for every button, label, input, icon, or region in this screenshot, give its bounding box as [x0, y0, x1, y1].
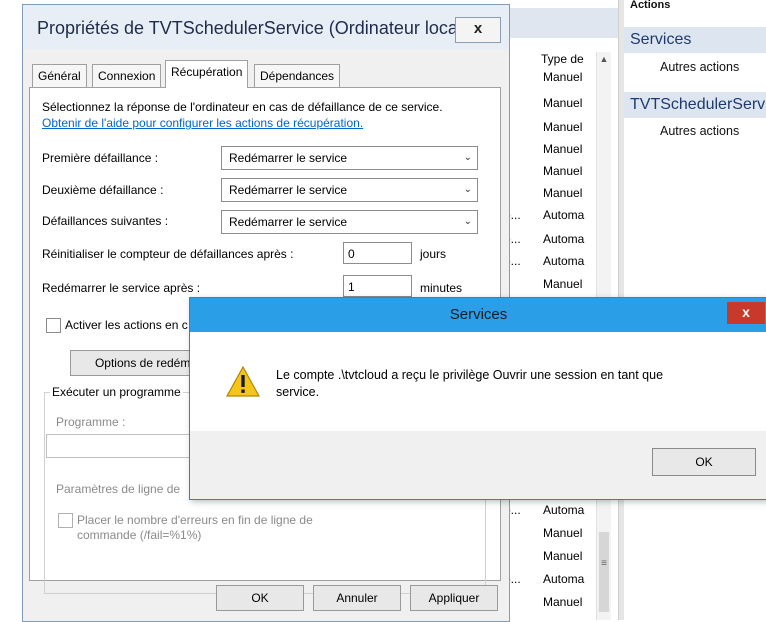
message-text-line: Le compte .\tvtcloud a reçu le privilège…	[276, 368, 664, 382]
restart-after-label: Redémarrer le service après :	[42, 281, 201, 295]
list-item[interactable]: Manuel	[543, 549, 582, 563]
list-item[interactable]: Automa	[543, 232, 584, 246]
reset-counter-unit: jours	[420, 247, 447, 261]
list-item[interactable]: Automa	[543, 208, 584, 222]
message-text: Le compte .\tvtcloud a reçu le privilège…	[276, 367, 746, 401]
cancel-button[interactable]: Annuler	[313, 585, 401, 611]
restart-after-input[interactable]: 1	[343, 275, 412, 297]
message-box-body: Le compte .\tvtcloud a reçu le privilège…	[190, 332, 766, 431]
list-item[interactable]: Manuel	[543, 526, 582, 540]
first-failure-select[interactable]: Redémarrer le service ⌄	[221, 146, 478, 170]
message-box-footer: OK	[190, 431, 766, 499]
program-label: Programme :	[56, 415, 126, 429]
second-failure-select[interactable]: Redémarrer le service ⌄	[221, 178, 478, 202]
intro-text: Sélectionnez la réponse de l'ordinateur …	[42, 100, 443, 114]
tab-general[interactable]: Général	[32, 64, 87, 87]
actions-section-tvtscheduler[interactable]: TVTSchedulerServ	[624, 92, 766, 118]
list-item[interactable]: Automa	[543, 254, 584, 268]
message-box-title-bar[interactable]: Services x	[190, 298, 766, 332]
subsequent-failures-select[interactable]: Redémarrer le service ⌄	[221, 210, 478, 234]
chevron-down-icon: ⌄	[463, 152, 472, 163]
cmdline-params-label: Paramètres de ligne de	[56, 482, 181, 496]
tab-connexion[interactable]: Connexion	[92, 64, 162, 87]
second-failure-value: Redémarrer le service	[229, 183, 348, 197]
warning-icon	[226, 366, 260, 397]
scroll-grip-icon: ≡	[601, 558, 607, 569]
restart-after-unit: minutes	[420, 281, 463, 295]
close-button[interactable]: x	[727, 302, 765, 324]
first-failure-label: Première défaillance :	[42, 151, 159, 165]
second-failure-label: Deuxième défaillance :	[42, 183, 164, 197]
type-column-header[interactable]: Type de	[541, 52, 584, 66]
subsequent-failures-value: Redémarrer le service	[229, 215, 348, 229]
dialog-title: Propriétés de TVTSchedulerService (Ordin…	[37, 18, 468, 38]
chevron-down-icon: ⌄	[463, 216, 472, 227]
reset-counter-input[interactable]: 0	[343, 242, 412, 264]
enable-actions-checkbox[interactable]	[46, 318, 61, 333]
message-text-line: service.	[276, 385, 320, 399]
enable-actions-label: Activer les actions en c	[65, 318, 188, 332]
actions-pane-header: Actions	[630, 0, 671, 11]
actions-section-services[interactable]: Services	[624, 27, 766, 53]
list-item[interactable]: Manuel	[543, 277, 582, 291]
ok-button[interactable]: OK	[652, 448, 756, 476]
help-link[interactable]: Obtenir de l'aide pour configurer les ac…	[42, 116, 363, 130]
ok-button[interactable]: OK	[216, 585, 304, 611]
run-program-group-label: Exécuter un programme	[50, 385, 183, 399]
reset-counter-label: Réinitialiser le compteur de défaillance…	[42, 247, 294, 261]
scroll-up-arrow-icon[interactable]: ▲	[597, 52, 611, 66]
subsequent-failures-label: Défaillances suivantes :	[42, 214, 169, 228]
apply-button[interactable]: Appliquer	[410, 585, 498, 611]
first-failure-value: Redémarrer le service	[229, 151, 348, 165]
list-item[interactable]: Manuel	[543, 595, 582, 609]
chevron-down-icon: ⌄	[463, 184, 472, 195]
list-item[interactable]: Automa	[543, 503, 584, 517]
list-header-strip	[505, 8, 618, 38]
list-item[interactable]: Manuel	[543, 70, 582, 84]
tab-recuperation[interactable]: Récupération	[165, 60, 249, 88]
close-button[interactable]: x	[455, 17, 501, 43]
actions-item-more-actions[interactable]: Autres actions	[660, 60, 739, 74]
append-fail-count-checkbox[interactable]	[58, 513, 73, 528]
list-item[interactable]: Manuel	[543, 186, 582, 200]
list-item[interactable]: Automa	[543, 572, 584, 586]
list-item[interactable]: Manuel	[543, 142, 582, 156]
message-box-title: Services	[449, 306, 508, 323]
tab-dependances[interactable]: Dépendances	[254, 64, 341, 87]
actions-item-more-actions[interactable]: Autres actions	[660, 124, 739, 138]
services-message-box: Services x Le compte .\tvtcloud a reçu l…	[189, 297, 766, 500]
list-item[interactable]: Manuel	[543, 96, 582, 110]
append-fail-count-label-2: commande (/fail=%1%)	[77, 528, 202, 542]
scrollbar-thumb[interactable]	[599, 532, 609, 612]
list-item[interactable]: Manuel	[543, 120, 582, 134]
list-item[interactable]: Manuel	[543, 164, 582, 178]
dialog-title-bar[interactable]: Propriétés de TVTSchedulerService (Ordin…	[23, 5, 509, 49]
append-fail-count-label: Placer le nombre d'erreurs en fin de lig…	[77, 513, 313, 527]
